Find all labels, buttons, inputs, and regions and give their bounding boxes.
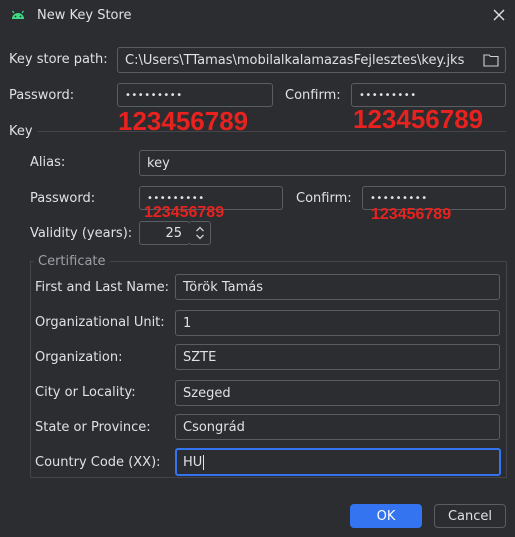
validity-spinner-arrows[interactable] — [189, 221, 211, 245]
key-section-label: Key — [9, 124, 33, 139]
title-bar: New Key Store — [0, 0, 515, 34]
first-last-name-value: Török Tamás — [183, 279, 264, 295]
key-password-label: Password: — [30, 191, 96, 206]
cancel-button[interactable]: Cancel — [434, 504, 506, 528]
certificate-group-title: Certificate — [34, 254, 110, 269]
keystore-path-field[interactable]: C:\Users\TTamas\mobilalkalamazasFejleszt… — [117, 47, 506, 73]
validity-label: Validity (years): — [30, 226, 133, 241]
folder-icon[interactable] — [483, 53, 499, 67]
city-field[interactable]: Szeged — [175, 380, 500, 406]
key-password-annotation: 123456789 — [144, 204, 225, 221]
key-confirm-value: ••••••••• — [370, 192, 428, 204]
key-section-divider — [38, 131, 506, 132]
ok-button[interactable]: OK — [350, 504, 422, 528]
keystore-path-label: Key store path: — [9, 52, 108, 67]
keystore-confirm-value: ••••••••• — [359, 89, 417, 101]
city-label: City or Locality: — [35, 385, 136, 400]
country-code-value: HU — [183, 454, 203, 470]
spinner-arrows-icon[interactable] — [195, 225, 205, 241]
validity-spinner-field[interactable]: 25 — [139, 221, 190, 245]
first-last-name-label: First and Last Name: — [35, 280, 170, 295]
alias-value: key — [147, 155, 170, 171]
android-icon — [12, 10, 24, 19]
text-caret — [203, 454, 205, 470]
keystore-password-label: Password: — [9, 88, 75, 103]
state-field[interactable]: Csongrád — [175, 414, 500, 440]
keystore-path-value: C:\Users\TTamas\mobilalkalamazasFejleszt… — [125, 52, 465, 68]
city-value: Szeged — [183, 385, 231, 401]
key-password-value: ••••••••• — [147, 192, 205, 204]
keystore-password-field[interactable]: ••••••••• — [117, 83, 273, 107]
close-icon[interactable] — [492, 8, 506, 22]
org-unit-value: 1 — [183, 315, 192, 331]
keystore-confirm-label: Confirm: — [285, 88, 341, 103]
validity-value: 25 — [165, 225, 182, 241]
organization-label: Organization: — [35, 350, 123, 365]
organization-value: SZTE — [183, 349, 217, 365]
org-unit-field[interactable]: 1 — [175, 310, 500, 336]
first-last-name-field[interactable]: Török Tamás — [175, 274, 500, 300]
keystore-password-annotation: 123456789 — [118, 106, 249, 136]
key-confirm-annotation: 123456789 — [371, 206, 452, 223]
alias-label: Alias: — [30, 155, 66, 170]
organization-field[interactable]: SZTE — [175, 344, 500, 370]
window-title: New Key Store — [37, 8, 132, 23]
state-label: State or Province: — [35, 420, 151, 435]
state-value: Csongrád — [183, 419, 245, 435]
keystore-password-value: ••••••••• — [125, 89, 183, 101]
alias-field[interactable]: key — [139, 150, 506, 176]
country-code-label: Country Code (XX): — [35, 455, 161, 470]
key-confirm-label: Confirm: — [296, 191, 352, 206]
org-unit-label: Organizational Unit: — [35, 315, 165, 330]
country-code-field[interactable]: HU — [175, 448, 501, 476]
